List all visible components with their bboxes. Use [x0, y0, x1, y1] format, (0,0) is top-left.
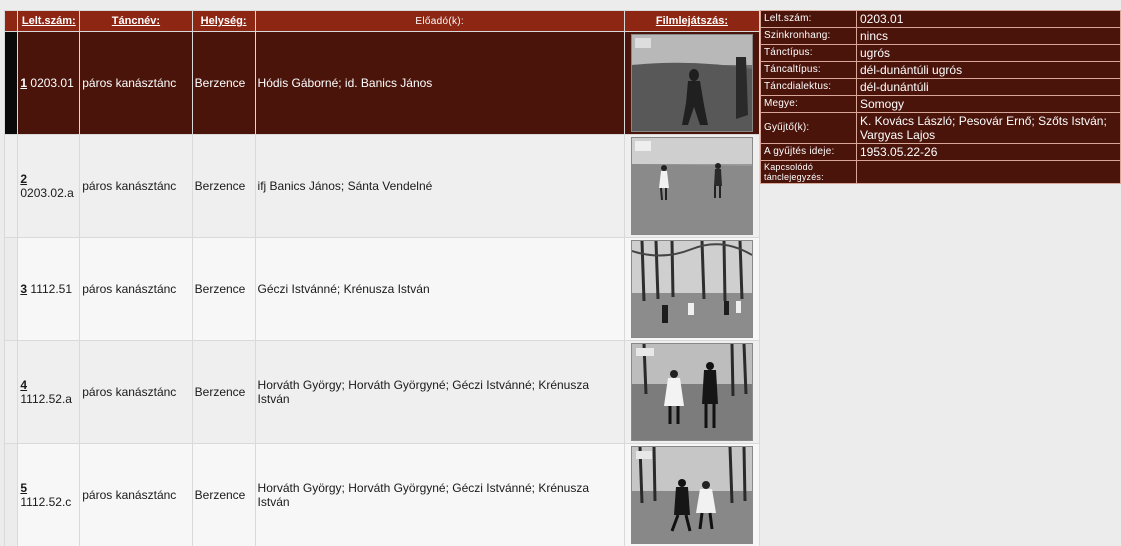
detail-row-gyujtes-ideje: A gyűjtés ideje: 1953.05.22-26	[760, 143, 1121, 161]
film-still-thumbnail[interactable]	[630, 240, 753, 338]
header-leltszam[interactable]: Lelt.szám:	[18, 11, 80, 31]
row-number-link[interactable]: 3	[20, 282, 27, 296]
detail-row-szinkronhang: Szinkronhang: nincs	[760, 27, 1121, 45]
detail-row-tancaltipus: Táncaltípus: dél-dunántúli ugrós	[760, 61, 1121, 79]
table-header-row: Lelt.szám: Táncnév: Helység: Előadó(k): …	[5, 11, 759, 31]
detail-table: Lelt.szám: 0203.01 Szinkronhang: nincs T…	[760, 10, 1121, 184]
table-row[interactable]: 5 1112.52.c páros kanásztánc Berzence Ho…	[5, 444, 759, 546]
detail-label: Szinkronhang:	[760, 27, 857, 45]
row-place: Berzence	[192, 135, 255, 237]
row-performers: ifj Banics János; Sánta Vendelné	[255, 135, 624, 237]
film-still-thumbnail[interactable]	[630, 34, 753, 132]
header-eloado: Előadó(k):	[255, 11, 624, 31]
header-marker	[5, 11, 18, 31]
row-id-cell[interactable]: 5 1112.52.c	[18, 444, 80, 546]
row-id: 1112.52.c	[20, 495, 72, 509]
row-name: páros kanásztánc	[80, 135, 192, 237]
row-name: páros kanásztánc	[80, 32, 192, 134]
row-performers: Hódis Gáborné; id. Banics János	[255, 32, 624, 134]
detail-row-kapcsolodo: Kapcsolódó tánclejegyzés:	[760, 160, 1121, 184]
row-performers: Horváth György; Horváth Györgyné; Géczi …	[255, 341, 624, 443]
row-id: 1112.52.a	[20, 392, 72, 406]
row-place: Berzence	[192, 444, 255, 546]
table-row[interactable]: 1 0203.01 páros kanásztánc Berzence Hódi…	[5, 32, 759, 134]
detail-value: ugrós	[856, 44, 1121, 62]
row-id: 0203.02.a	[20, 186, 74, 200]
detail-label: Lelt.szám:	[760, 10, 857, 28]
row-number-link[interactable]: 2	[20, 172, 27, 186]
sort-link-film[interactable]: Filmlejátszás:	[656, 15, 728, 27]
detail-label: Tánctípus:	[760, 44, 857, 62]
row-film-cell[interactable]	[624, 32, 759, 134]
detail-label: Táncaltípus:	[760, 61, 857, 79]
detail-row-gyujtok: Gyűjtő(k): K. Kovács László; Pesovár Ern…	[760, 112, 1121, 144]
row-place: Berzence	[192, 238, 255, 340]
sort-link-tancnev[interactable]: Táncnév:	[112, 15, 160, 27]
row-id-cell[interactable]: 3 1112.51	[18, 238, 80, 340]
row-film-cell[interactable]	[624, 444, 759, 546]
row-performers: Géczi Istvánné; Krénusza István	[255, 238, 624, 340]
row-id: 1112.51	[30, 282, 73, 296]
row-marker	[5, 32, 18, 134]
detail-label: Gyűjtő(k):	[760, 112, 857, 144]
row-place: Berzence	[192, 341, 255, 443]
detail-value: dél-dunántúli	[856, 78, 1121, 96]
detail-value: nincs	[856, 27, 1121, 45]
detail-value: 0203.01	[856, 10, 1121, 28]
row-film-cell[interactable]	[624, 135, 759, 237]
row-film-cell[interactable]	[624, 341, 759, 443]
row-film-cell[interactable]	[624, 238, 759, 340]
row-id-cell[interactable]: 4 1112.52.a	[18, 341, 80, 443]
detail-label: Megye:	[760, 95, 857, 113]
header-helyseg[interactable]: Helység:	[192, 11, 255, 31]
row-place: Berzence	[192, 32, 255, 134]
table-row[interactable]: 2 0203.02.a páros kanásztánc Berzence if…	[5, 135, 759, 237]
detail-row-tancdialektus: Táncdialektus: dél-dunántúli	[760, 78, 1121, 96]
detail-value: Somogy	[856, 95, 1121, 113]
row-id-cell[interactable]: 1 0203.01	[18, 32, 80, 134]
header-film[interactable]: Filmlejátszás:	[624, 11, 759, 31]
row-marker	[5, 444, 18, 546]
detail-label: Kapcsolódó tánclejegyzés:	[760, 160, 857, 184]
detail-panel: Lelt.szám: 0203.01 Szinkronhang: nincs T…	[760, 10, 1121, 184]
detail-value: 1953.05.22-26	[856, 143, 1121, 161]
row-name: páros kanásztánc	[80, 444, 192, 546]
row-id: 0203.01	[30, 76, 74, 90]
row-number-link[interactable]: 4	[20, 378, 27, 392]
row-marker	[5, 238, 18, 340]
detail-row-leltszam: Lelt.szám: 0203.01	[760, 10, 1121, 28]
table-row[interactable]: 4 1112.52.a páros kanásztánc Berzence Ho…	[5, 341, 759, 443]
detail-value	[856, 160, 1121, 184]
detail-label: Táncdialektus:	[760, 78, 857, 96]
header-tancnev[interactable]: Táncnév:	[80, 11, 192, 31]
row-marker	[5, 135, 18, 237]
row-name: páros kanásztánc	[80, 341, 192, 443]
row-number-link[interactable]: 5	[20, 481, 27, 495]
sort-link-leltszam[interactable]: Lelt.szám:	[22, 15, 76, 27]
detail-label: A gyűjtés ideje:	[760, 143, 857, 161]
detail-row-megye: Megye: Somogy	[760, 95, 1121, 113]
table-row[interactable]: 3 1112.51 páros kanásztánc Berzence Gécz…	[5, 238, 759, 340]
detail-row-tanctipus: Tánctípus: ugrós	[760, 44, 1121, 62]
results-table: Lelt.szám: Táncnév: Helység: Előadó(k): …	[4, 10, 760, 546]
row-number-link[interactable]: 1	[20, 76, 27, 90]
film-still-thumbnail[interactable]	[630, 446, 753, 544]
detail-value: dél-dunántúli ugrós	[856, 61, 1121, 79]
row-marker	[5, 341, 18, 443]
detail-value: K. Kovács László; Pesovár Ernő; Szőts Is…	[856, 112, 1121, 144]
film-still-thumbnail[interactable]	[630, 343, 753, 441]
row-id-cell[interactable]: 2 0203.02.a	[18, 135, 80, 237]
row-name: páros kanásztánc	[80, 238, 192, 340]
row-performers: Horváth György; Horváth Györgyné; Géczi …	[255, 444, 624, 546]
sort-link-helyseg[interactable]: Helység:	[201, 15, 247, 27]
film-still-thumbnail[interactable]	[630, 137, 753, 235]
results-table-container: Lelt.szám: Táncnév: Helység: Előadó(k): …	[4, 10, 760, 546]
